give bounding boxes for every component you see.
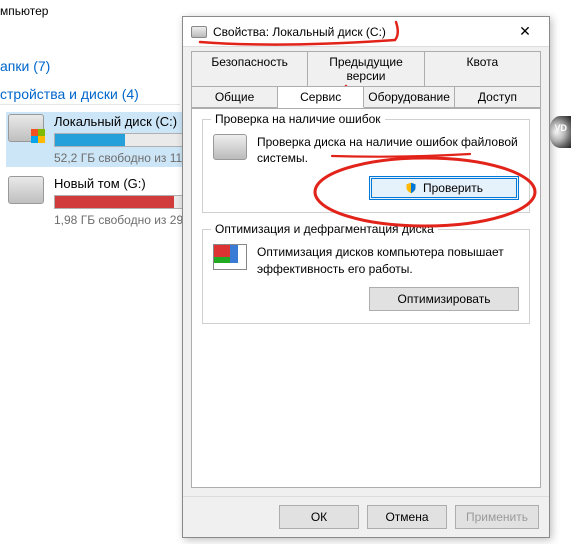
close-icon: ✕ bbox=[519, 23, 531, 40]
section-divider bbox=[0, 104, 180, 105]
section-devices[interactable]: стройства и диски (4) bbox=[0, 86, 139, 102]
tab-security[interactable]: Безопасность bbox=[191, 51, 308, 86]
tab-page-tools: Проверка на наличие ошибок Проверка диск… bbox=[191, 108, 541, 488]
uac-shield-icon bbox=[405, 182, 417, 194]
optimize-button[interactable]: Оптимизировать bbox=[369, 287, 519, 311]
group-text: Оптимизация дисков компьютера повышает э… bbox=[257, 244, 519, 276]
drive-icon bbox=[191, 26, 207, 38]
usage-fill bbox=[55, 196, 174, 208]
drive-sub: 52,2 ГБ свободно из 11 bbox=[54, 151, 184, 165]
dialog-button-row: ОК Отмена Применить bbox=[183, 496, 549, 537]
drive-icon bbox=[8, 176, 44, 204]
check-button[interactable]: Проверить bbox=[369, 176, 519, 200]
dialog-title: Свойства: Локальный диск (C:) bbox=[213, 25, 499, 39]
cancel-button[interactable]: Отмена bbox=[367, 505, 447, 529]
group-text: Проверка диска на наличие ошибок файлово… bbox=[257, 134, 519, 166]
tab-hardware[interactable]: Оборудование bbox=[364, 86, 455, 108]
ok-button[interactable]: ОК bbox=[279, 505, 359, 529]
titlebar[interactable]: Свойства: Локальный диск (C:) ✕ bbox=[183, 17, 549, 47]
dvd-label: VD bbox=[554, 123, 567, 133]
group-defrag: Оптимизация и дефрагментация диска Оптим… bbox=[202, 229, 530, 323]
tab-strip: Безопасность Предыдущие версии Квота Общ… bbox=[183, 47, 549, 108]
close-button[interactable]: ✕ bbox=[505, 19, 545, 45]
drive-sub: 1,98 ГБ свободно из 29 bbox=[54, 213, 184, 227]
section-folders[interactable]: апки (7) bbox=[0, 58, 50, 74]
usage-bar bbox=[54, 195, 184, 209]
drive-name: Новый том (G:) bbox=[54, 176, 184, 191]
drive-item-c[interactable]: Локальный диск (C:) 52,2 ГБ свободно из … bbox=[6, 112, 186, 167]
tab-general[interactable]: Общие bbox=[191, 86, 278, 108]
drive-name: Локальный диск (C:) bbox=[54, 114, 184, 129]
check-button-label: Проверить bbox=[423, 181, 483, 195]
group-error-check: Проверка на наличие ошибок Проверка диск… bbox=[202, 119, 530, 213]
tab-previous-versions[interactable]: Предыдущие версии bbox=[308, 51, 424, 86]
group-legend: Проверка на наличие ошибок bbox=[211, 112, 385, 126]
tab-sharing[interactable]: Доступ bbox=[455, 86, 541, 108]
apply-button[interactable]: Применить bbox=[455, 505, 539, 529]
breadcrumb-partial: мпьютер bbox=[0, 4, 48, 18]
drive-icon bbox=[8, 114, 44, 142]
tab-tools[interactable]: Сервис bbox=[278, 86, 364, 108]
tab-quota[interactable]: Квота bbox=[425, 51, 541, 86]
drive-item-g[interactable]: Новый том (G:) 1,98 ГБ свободно из 29 bbox=[8, 176, 184, 227]
drive-icon bbox=[213, 134, 247, 160]
properties-dialog: Свойства: Локальный диск (C:) ✕ Безопасн… bbox=[182, 16, 550, 538]
windows-logo-icon bbox=[31, 129, 45, 143]
group-legend: Оптимизация и дефрагментация диска bbox=[211, 222, 438, 236]
optimize-button-label: Оптимизировать bbox=[398, 292, 491, 306]
usage-fill bbox=[55, 134, 125, 146]
defrag-icon bbox=[213, 244, 247, 270]
usage-bar bbox=[54, 133, 184, 147]
